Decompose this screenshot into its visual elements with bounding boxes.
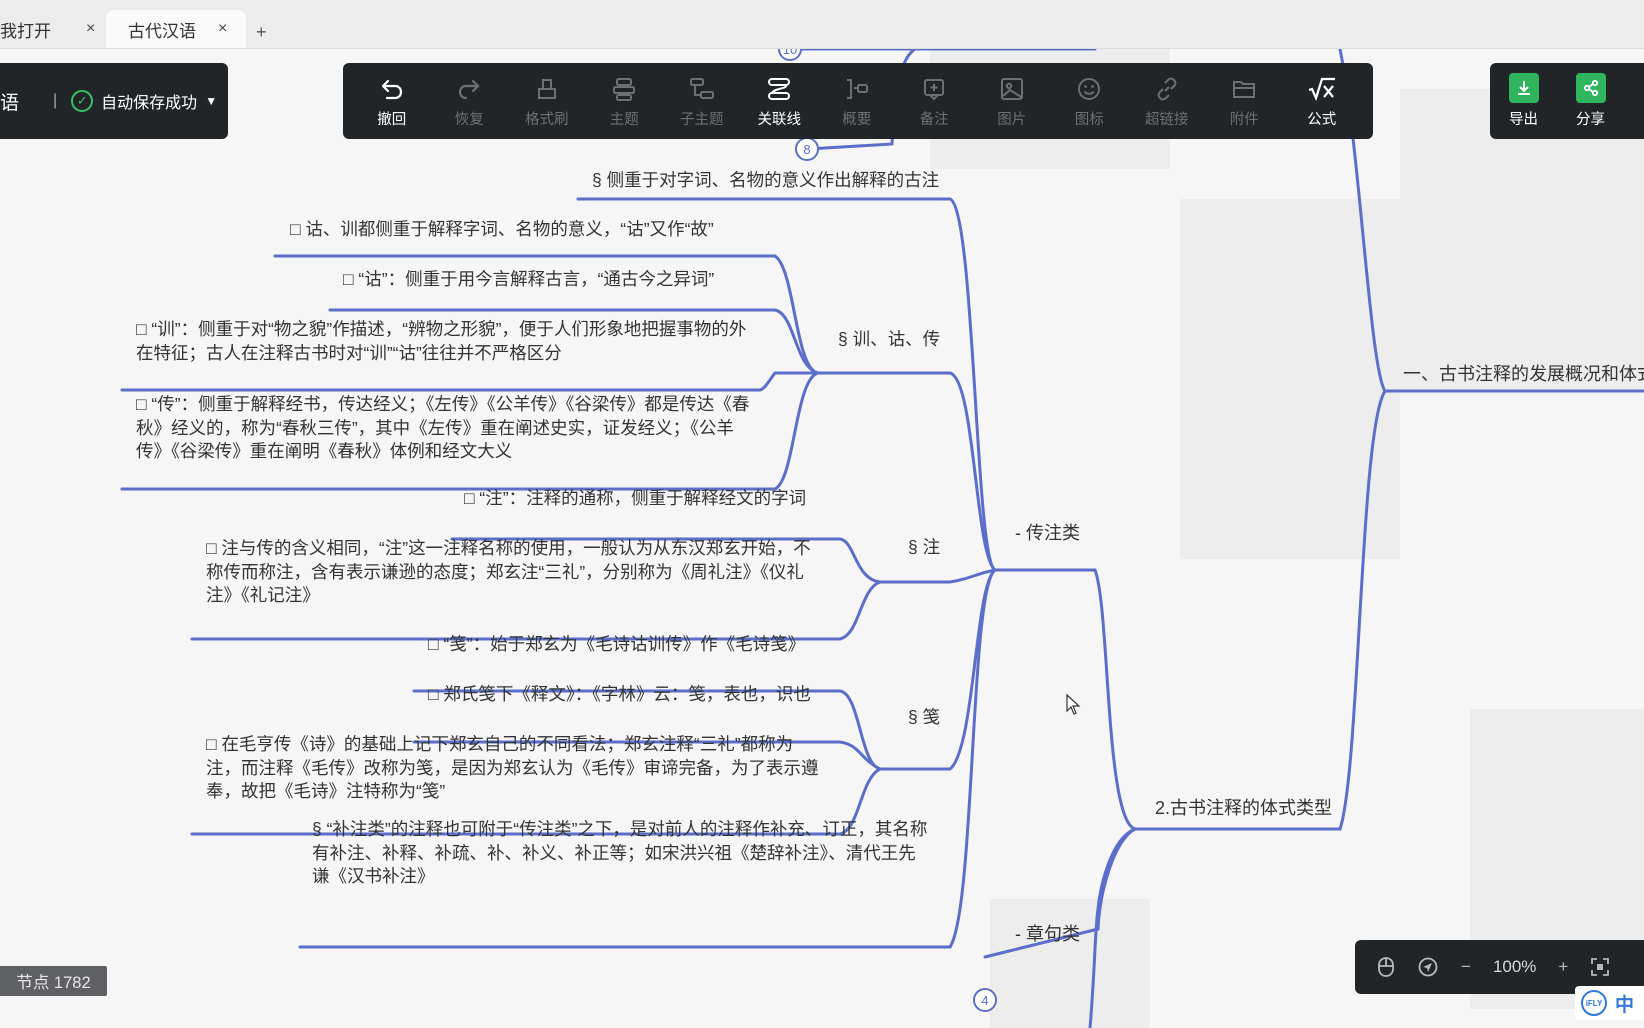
formula-button[interactable]: 公式 [1283,74,1361,129]
share-label: 分享 [1576,112,1605,128]
main-toolbar: 撤回 恢复 格式刷 主题 子主题 关联线 概要 备注 图片 图标 超链接 附件 … [343,63,1373,139]
share-icon [1575,73,1606,103]
link-button[interactable]: 超链接 [1128,74,1206,129]
mindmap-node-zhangju[interactable]: - 章句类 [1015,923,1080,947]
note-label: 备注 [919,111,949,128]
topic-icon [611,74,637,104]
mindmap-node[interactable]: § 侧重于对字词、名物的意义作出解释的古注 [592,169,939,193]
note-button[interactable]: 备注 [896,74,974,129]
mindmap-leaf[interactable]: □ 诂、训都侧重于解释字词、名物的意义，“诂”又作“故” [290,218,714,242]
formula-icon [1307,74,1337,104]
mindmap-leaf[interactable]: □ 注与传的含义相同，“注”这一注释名称的使用，一般认为从东汉郑玄开始，不称传而… [206,537,826,608]
folder-icon [1231,74,1257,104]
share-button[interactable]: 分享 [1557,73,1624,129]
export-icon [1508,73,1539,103]
relation-line-icon [766,74,792,104]
note-icon [921,74,947,104]
ifly-widget[interactable]: iFLY 中 [1575,986,1644,1020]
mindmap-node-chuanzhu[interactable]: - 传注类 [1015,522,1080,546]
subtopic-icon [689,74,715,104]
file-info-panel: 语 | ✓ 自动保存成功 ▼ [0,63,228,139]
summary-icon [844,74,870,104]
mouse-cursor-icon [1066,694,1081,715]
collapse-badge[interactable]: 8 [795,137,819,161]
mindmap-leaf[interactable]: □ 郑氏笺下《释文》：《字林》云：笺，表也，识也 [428,683,811,707]
fit-screen-icon[interactable] [1590,957,1610,977]
emoji-icon [1076,74,1102,104]
attachment-button[interactable]: 附件 [1206,74,1284,129]
mindmap-leaf[interactable]: □ “诂”：侧重于用今言解释古言，“通古今之异词” [343,268,714,292]
summary-label: 概要 [842,111,872,128]
locate-icon[interactable] [1417,956,1439,978]
new-tab-icon[interactable]: + [256,22,267,43]
tab-label: 我打开 [0,21,51,41]
relation-line-label: 关联线 [757,111,802,128]
mindmap-leaf[interactable]: □ “传”：侧重于解释经书，传达经义；《左传》《公羊传》《谷梁传》都是传达《春秋… [136,393,756,464]
redo-icon [456,74,482,104]
image-label: 图片 [997,111,1027,128]
link-label: 超链接 [1145,111,1189,128]
mindmap-leaf[interactable]: □ 在毛亨传《诗》的基础上记下郑玄自己的不同看法；郑玄注释“三礼”都称为注，而注… [206,733,826,804]
relation-line-button[interactable]: 关联线 [741,74,819,129]
close-icon[interactable]: × [218,20,227,38]
check-circle-icon: ✓ [71,90,94,112]
file-name[interactable]: 语 [0,88,19,115]
tab-wodakai[interactable]: 我打开 × [0,10,100,48]
mindmap-node-root[interactable]: 一、古书注释的发展概况和体式 [1403,363,1644,387]
chevron-down-icon[interactable]: ▼ [205,94,217,108]
mindmap-node[interactable]: § 注 [908,536,940,560]
emoji-label: 图标 [1074,111,1104,128]
subtopic-button[interactable]: 子主题 [663,74,741,129]
save-status[interactable]: 自动保存成功 [101,89,197,113]
zoom-out-button[interactable]: − [1461,957,1471,977]
summary-button[interactable]: 概要 [818,74,896,129]
tab-gudaihanyu[interactable]: 古代汉语 × [106,10,246,48]
emoji-button[interactable]: 图标 [1051,74,1129,129]
image-button[interactable]: 图片 [973,74,1051,129]
ifly-lang: 中 [1615,994,1635,1016]
zoom-level: 100% [1492,957,1537,976]
mindmap-leaf[interactable]: □ “注”：注释的通称，侧重于解释经文的字词 [464,487,806,511]
mouse-mode-icon[interactable] [1377,956,1395,978]
mindmap-node[interactable]: § “补注类”的注释也可附于“传注类”之下，是对前人的注释作补充、订正，其名称有… [312,818,932,889]
ifly-logo: iFLY [1581,990,1607,1016]
close-icon[interactable]: × [86,20,95,38]
zoom-in-button[interactable]: + [1558,957,1568,977]
mindmap-leaf[interactable]: □ “笺”：始于郑玄为《毛诗诂训传》作《毛诗笺》 [428,633,805,657]
undo-icon [379,74,405,104]
separator: | [53,92,58,109]
collapse-badge[interactable]: 4 [973,988,997,1012]
topic-label: 主题 [609,111,639,128]
format-brush-icon [534,74,560,104]
tab-bar: 我打开 × 古代汉语 × + [0,0,1644,49]
undo-label: 撤回 [377,111,407,128]
mindmap-leaf[interactable]: □ “训”：侧重于对“物之貌”作描述，“辨物之形貌”，便于人们形象地把握事物的外… [136,318,756,365]
redo-button[interactable]: 恢复 [431,74,509,129]
redo-label: 恢复 [454,111,484,128]
link-icon [1154,74,1180,104]
node-count-badge: 节点 1782 [0,966,107,996]
mindmap-node-level2[interactable]: 2.古书注释的体式类型 [1155,797,1332,821]
export-label: 导出 [1509,112,1538,128]
export-button[interactable]: 导出 [1490,73,1557,129]
format-brush-button[interactable]: 格式刷 [508,74,586,129]
attachment-label: 附件 [1229,111,1259,128]
undo-button[interactable]: 撤回 [353,74,431,129]
right-toolbar: 导出 分享 [1490,63,1644,139]
topic-button[interactable]: 主题 [586,74,664,129]
tab-label: 古代汉语 [128,21,196,41]
mindmap-node[interactable]: § 训、诂、传 [838,328,940,352]
format-brush-label: 格式刷 [525,111,569,128]
subtopic-label: 子主题 [680,111,724,128]
mindmap-canvas[interactable]: 10 8 4 § 清 一、古书注释的发展概况和体式 2.古书注释的体式类型 - … [0,49,1644,1028]
image-icon [999,74,1025,104]
formula-label: 公式 [1307,111,1337,128]
mindmap-node[interactable]: § 笺 [908,706,940,730]
